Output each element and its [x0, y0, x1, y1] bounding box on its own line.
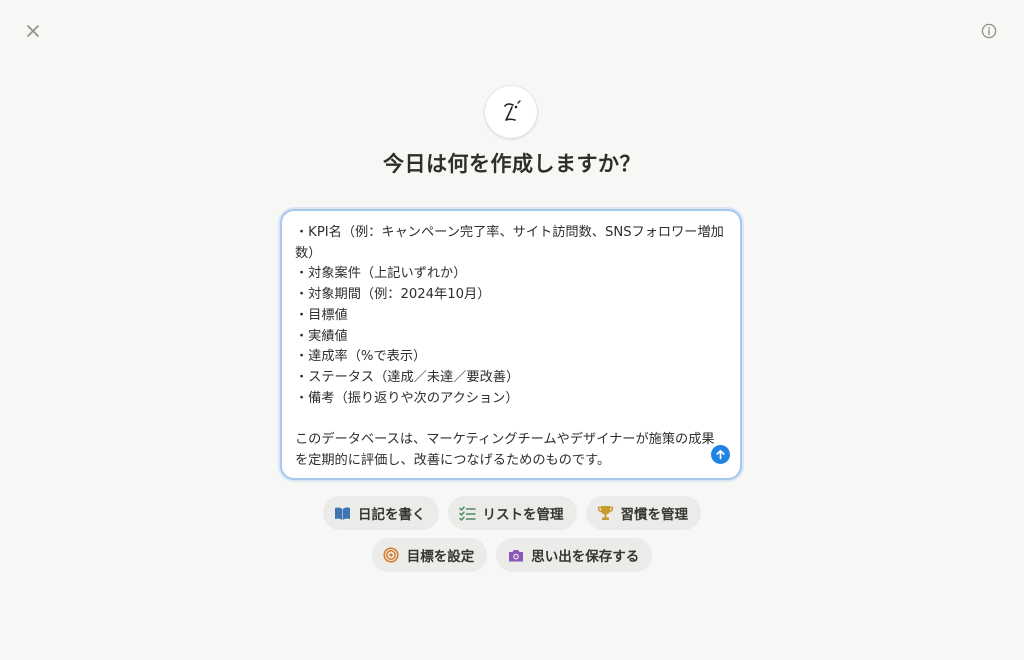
send-button[interactable]	[711, 445, 730, 464]
info-button[interactable]	[979, 21, 999, 41]
camera-icon	[507, 547, 524, 564]
checklist-icon	[458, 505, 476, 522]
suggestion-save-memories[interactable]: 思い出を保存する	[496, 538, 653, 572]
suggestion-label: リストを管理	[482, 507, 564, 523]
book-icon	[334, 505, 351, 522]
suggestion-write-diary[interactable]: 日記を書く	[323, 496, 439, 530]
suggestion-set-goal[interactable]: 目標を設定	[371, 538, 488, 572]
prompt-input-text[interactable]: ・KPI名（例：キャンペーン完了率、サイト訪問数、SNSフォロワー増加数） ・対…	[295, 223, 727, 475]
trophy-icon	[597, 505, 614, 522]
arrow-up-icon	[716, 449, 725, 460]
suggestion-row: 日記を書く リストを管理 習慣を管理	[0, 496, 1024, 530]
suggestion-row: 目標を設定 思い出を保存する	[0, 538, 1024, 572]
assistant-logo	[485, 86, 537, 138]
suggestion-label: 目標を設定	[406, 549, 475, 565]
suggestion-label: 日記を書く	[358, 507, 426, 523]
info-icon	[981, 23, 997, 39]
prompt-input[interactable]: ・KPI名（例：キャンペーン完了率、サイト訪問数、SNSフォロワー増加数） ・対…	[280, 209, 742, 480]
target-icon	[383, 547, 400, 564]
suggestion-label: 思い出を保存する	[531, 549, 640, 565]
close-icon	[27, 25, 39, 37]
notion-ai-face-icon	[504, 100, 521, 121]
ai-create-dialog: 今日は何を作成しますか？ ・KPI名（例：キャンペーン完了率、サイト訪問数、SN…	[0, 0, 1024, 660]
page-title: 今日は何を作成しますか？	[383, 152, 641, 176]
suggestion-label: 習慣を管理	[620, 507, 689, 523]
suggestion-manage-habits[interactable]: 習慣を管理	[585, 496, 701, 530]
close-button[interactable]	[22, 20, 44, 42]
suggestion-manage-list[interactable]: リストを管理	[447, 496, 577, 530]
